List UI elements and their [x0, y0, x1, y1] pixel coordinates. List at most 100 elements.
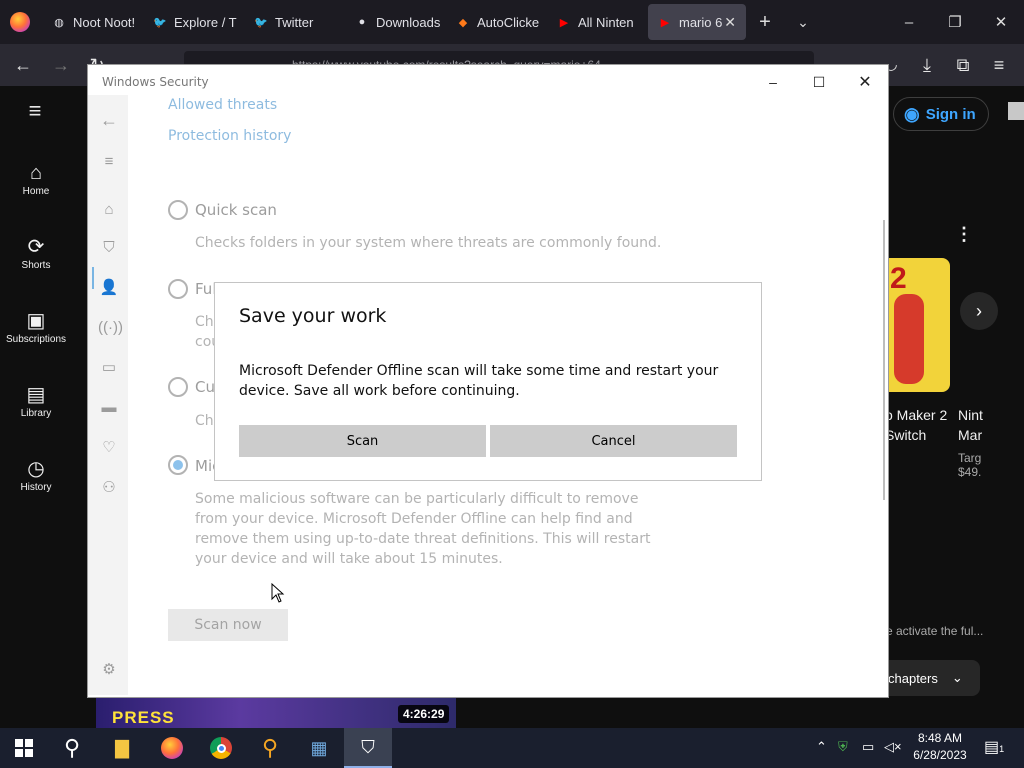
history-icon: ◷	[27, 458, 45, 480]
nav-selection-indicator	[92, 267, 94, 289]
volume-muted-icon[interactable]: ◁×	[884, 739, 902, 755]
tab-2[interactable]: 🐦 Twitter	[244, 4, 345, 40]
defender-tray-icon[interactable]: ⛨	[838, 739, 848, 755]
tab-4[interactable]: ◆ AutoClicke	[446, 4, 547, 40]
extensions-icon[interactable]: ⧉	[950, 52, 976, 78]
search-icon[interactable]: ⚲	[48, 728, 96, 768]
health-icon[interactable]: ♡	[98, 437, 120, 459]
home-icon: ⌂	[29, 162, 43, 184]
scan-now-button[interactable]: Scan now	[168, 609, 288, 641]
scrollbar-thumb[interactable]	[1008, 102, 1024, 120]
window-scrollbar[interactable]	[883, 220, 885, 500]
firefox-taskbar-icon[interactable]	[148, 728, 196, 768]
user-icon: ◉	[904, 103, 920, 124]
youtube-icon: ▶	[660, 16, 670, 29]
shorts-icon: ⟳	[27, 236, 45, 258]
video-thumbnail[interactable]: 2	[888, 258, 950, 392]
firefox-icon[interactable]	[10, 12, 30, 32]
menu-icon[interactable]: ≡	[986, 52, 1012, 78]
search-app-icon[interactable]: ⚲	[246, 728, 294, 768]
home-icon[interactable]: ⌂	[98, 199, 120, 221]
chapters-button[interactable]: chapters ⌄	[878, 660, 980, 696]
close-icon[interactable]: ✕	[978, 0, 1024, 44]
card1-title-a[interactable]: o Maker 2	[885, 407, 947, 423]
scan-button[interactable]: Scan	[239, 425, 486, 457]
sign-in-button[interactable]: ◉ Sign in	[893, 97, 989, 131]
window-title: Windows Security	[102, 75, 209, 89]
offline-scan-desc: Some malicious software can be particula…	[195, 491, 651, 567]
close-icon[interactable]: ✕	[842, 69, 888, 95]
start-button[interactable]	[0, 728, 48, 768]
more-options-icon[interactable]: ⋮	[955, 224, 973, 245]
sidebar-item-home[interactable]: ⌂ Home	[0, 160, 72, 197]
card2-sub-a: Targ	[958, 451, 982, 465]
card2-title-b[interactable]: Mar	[958, 427, 982, 443]
tab-1[interactable]: 🐦 Explore / T	[143, 4, 244, 40]
cancel-button[interactable]: Cancel	[490, 425, 737, 457]
twitter-icon: 🐦	[254, 16, 268, 29]
protection-history-link[interactable]: Protection history	[168, 128, 291, 144]
hamburger-menu-icon[interactable]: ≡	[22, 98, 48, 124]
windows-logo-icon	[15, 739, 33, 757]
autoclicker-icon: ◆	[458, 16, 468, 29]
show-hidden-icons-icon[interactable]: ⌃	[816, 739, 827, 755]
hamburger-menu-icon[interactable]: ≡	[98, 151, 120, 173]
youtube-icon: ▶	[559, 16, 569, 29]
chrome-icon	[210, 737, 232, 759]
app-browser-icon[interactable]: ▭	[98, 357, 120, 379]
twitter-icon: 🐦	[153, 16, 167, 29]
card2-sub-b: $49.	[958, 465, 982, 479]
account-icon[interactable]: 👤	[98, 277, 120, 299]
sidebar-item-history[interactable]: ◷ History	[0, 456, 72, 493]
chrome-taskbar-icon[interactable]	[197, 728, 245, 768]
network-icon[interactable]: ((·))	[98, 317, 123, 339]
shield-icon[interactable]: ⛉	[98, 237, 120, 259]
tab-5[interactable]: ▶ All Ninten	[547, 4, 648, 40]
maximize-icon[interactable]: ☐	[796, 69, 842, 95]
download-icon[interactable]: ⤓	[914, 52, 940, 78]
back-icon[interactable]: ←	[98, 109, 120, 131]
full-scan-radio[interactable]	[168, 279, 188, 299]
system-clock[interactable]: 8:48 AM 6/28/2023	[908, 730, 972, 764]
chevron-down-icon: ⌄	[951, 670, 963, 685]
tab-0[interactable]: ◍ Noot Noot!	[42, 4, 143, 40]
custom-scan-radio[interactable]	[168, 377, 188, 397]
forward-icon[interactable]: →	[48, 52, 74, 78]
subscriptions-icon: ▣	[26, 310, 46, 332]
downloads-icon: ●	[358, 16, 366, 28]
back-icon[interactable]: ←	[10, 52, 36, 78]
video-duration: 4:26:29	[398, 705, 450, 723]
file-explorer-icon[interactable]: ▇	[98, 728, 146, 768]
notifications-icon[interactable]: ▤1	[984, 737, 1004, 757]
page-scrollbar[interactable]	[1008, 86, 1024, 726]
mario-image	[894, 294, 924, 384]
tab-3[interactable]: ● Downloads	[345, 4, 446, 40]
windows-security-taskbar-icon[interactable]: ⛉	[344, 728, 392, 768]
sidebar-item-subscriptions[interactable]: ▣ Subscriptions	[0, 308, 72, 345]
network-tray-icon[interactable]: ▭	[862, 739, 874, 755]
minimize-icon[interactable]: –	[750, 69, 796, 95]
family-icon[interactable]: ⚇	[98, 477, 120, 499]
sidebar-item-shorts[interactable]: ⟳ Shorts	[0, 234, 72, 271]
settings-icon[interactable]: ⚙	[98, 659, 120, 681]
tab-6-active[interactable]: ▶ mario 6 ✕	[648, 4, 746, 40]
save-work-dialog: Save your work Microsoft Defender Offlin…	[214, 282, 762, 481]
list-tabs-icon[interactable]: ⌄	[784, 14, 822, 31]
press-start-text: PRESS	[112, 708, 175, 727]
calculator-icon[interactable]: ▦	[295, 728, 343, 768]
minimize-icon[interactable]: –	[886, 0, 932, 44]
restore-icon[interactable]: ❐	[932, 0, 978, 44]
allowed-threats-link[interactable]: Allowed threats	[168, 97, 277, 113]
card2-title-a[interactable]: Nint	[958, 407, 983, 423]
quick-scan-radio[interactable]	[168, 200, 188, 220]
card1-title-b[interactable]: Switch	[885, 427, 926, 443]
firefox-icon	[161, 737, 183, 759]
offline-scan-radio[interactable]	[168, 455, 188, 475]
close-tab-icon[interactable]: ✕	[724, 14, 736, 31]
new-tab-button[interactable]: +	[746, 11, 784, 34]
windows-taskbar: ⚲ ▇ ⚲ ▦ ⛉ ⌃ ⛨ ▭ ◁× 8:48 AM 6/28/2023 ▤1	[0, 728, 1024, 768]
device-security-icon[interactable]: ▬	[98, 397, 120, 419]
sidebar-item-library[interactable]: ▤ Library	[0, 382, 72, 419]
next-arrow-icon[interactable]: ›	[960, 292, 998, 330]
library-icon: ▤	[26, 384, 46, 406]
